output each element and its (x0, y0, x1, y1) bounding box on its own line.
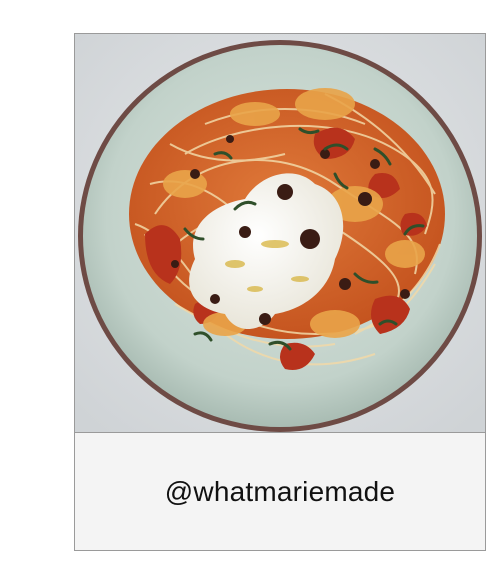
pasta-dish-image (75, 34, 485, 432)
post-card[interactable]: @whatmariemade (74, 33, 486, 551)
author-handle[interactable]: @whatmariemade (165, 476, 395, 508)
caption-bar: @whatmariemade (75, 433, 485, 550)
post-photo[interactable] (75, 34, 485, 433)
